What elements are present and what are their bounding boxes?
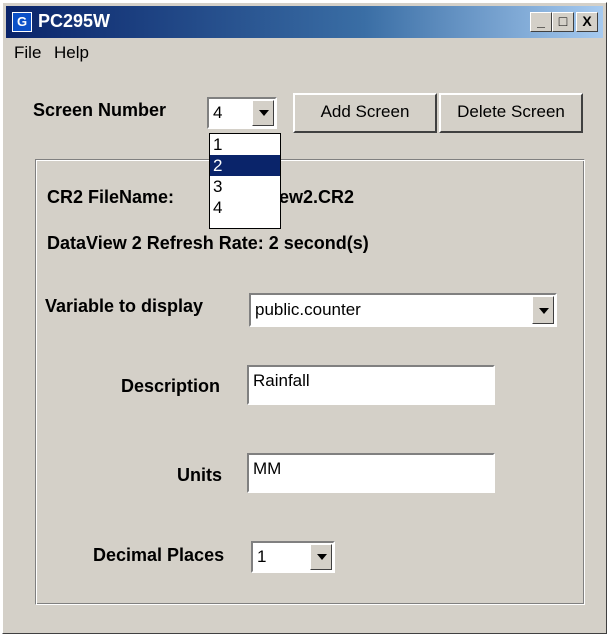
maximize-button[interactable]: □	[552, 12, 574, 32]
variable-select[interactable]: public.counter	[249, 293, 557, 327]
screen-number-label: Screen Number	[33, 100, 167, 120]
variable-dropdown-button[interactable]	[532, 296, 554, 324]
dropdown-option-2[interactable]: 2	[210, 155, 280, 176]
chevron-down-icon	[317, 554, 327, 560]
menu-help[interactable]: Help	[54, 43, 89, 63]
cr2-filename-value: ew2.CR2	[279, 187, 355, 207]
variable-value: public.counter	[255, 300, 361, 319]
delete-screen-button[interactable]: Delete Screen	[439, 93, 583, 133]
screen-number-dropdown-list: 1 2 3 4	[209, 133, 281, 229]
variable-label: Variable to display	[45, 296, 204, 316]
chevron-down-icon	[539, 308, 549, 314]
add-screen-label: Add Screen	[320, 102, 410, 121]
add-screen-button[interactable]: Add Screen	[293, 93, 437, 133]
description-field[interactable]: Rainfall	[247, 365, 495, 405]
dropdown-option-4[interactable]: 4	[210, 197, 280, 218]
dropdown-option-1[interactable]: 1	[210, 134, 280, 155]
units-field[interactable]: MM	[247, 453, 495, 493]
screen-number-dropdown-button[interactable]	[252, 100, 274, 126]
decimal-places-value: 1	[257, 547, 267, 566]
decimal-places-select[interactable]: 1	[251, 541, 335, 573]
screen-number-value: 4	[213, 103, 223, 122]
cr2-filename-label: CR2 FileName:	[47, 187, 175, 207]
decimal-places-label: Decimal Places	[93, 545, 225, 565]
chevron-down-icon	[259, 110, 269, 116]
app-logo-icon[interactable]: G	[12, 12, 32, 32]
menu-file[interactable]: File	[14, 43, 41, 63]
decimal-places-dropdown-button[interactable]	[310, 544, 332, 570]
screen-number-select[interactable]: 4	[207, 97, 277, 129]
dropdown-option-3[interactable]: 3	[210, 176, 280, 197]
delete-screen-label: Delete Screen	[457, 102, 565, 121]
window-title: PC295W	[38, 11, 111, 31]
units-label: Units	[177, 465, 222, 485]
description-label: Description	[121, 376, 221, 396]
menu-bar: File Help	[6, 39, 603, 65]
main-window: G PC295W _ □ X File Help Screen Number 4…	[2, 2, 607, 634]
close-button[interactable]: X	[576, 12, 598, 32]
minimize-button[interactable]: _	[530, 12, 552, 32]
title-bar[interactable]: G PC295W _ □ X	[6, 6, 603, 38]
refresh-rate-text: DataView 2 Refresh Rate: 2 second(s)	[47, 233, 369, 253]
